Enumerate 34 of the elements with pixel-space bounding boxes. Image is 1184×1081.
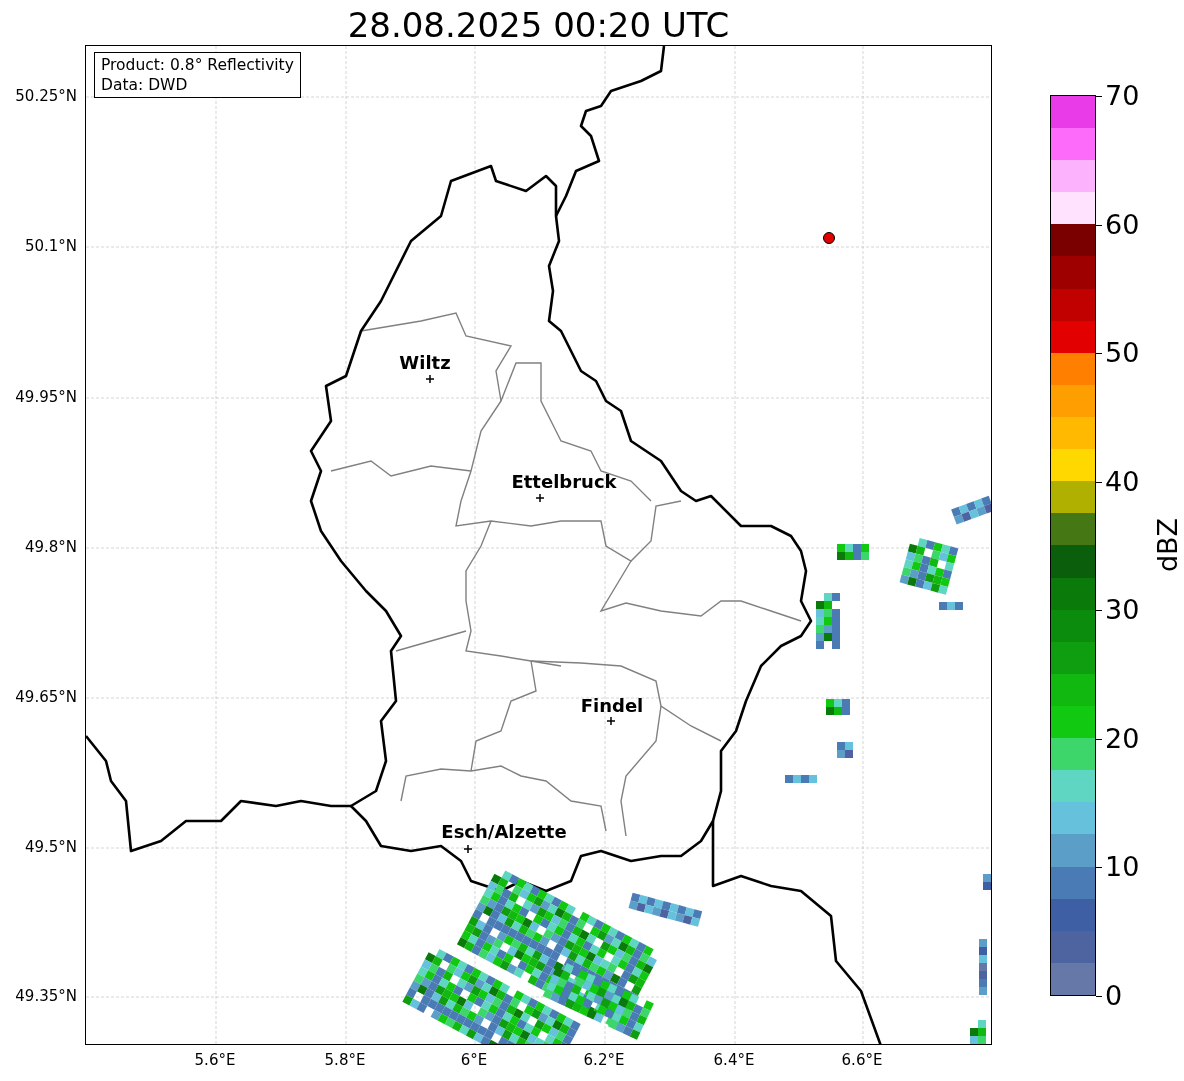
axis-tick-label: 49.8°N [24,538,77,556]
axis-tick-label: 5.6°E [193,1051,237,1069]
city-label: Findel [580,695,644,716]
city-label: Wiltz [399,352,451,373]
colorbar-tick-label: 70 [1105,81,1140,111]
axis-tick-label: 5.8°E [323,1051,367,1069]
city-marker [535,493,545,503]
axis-tick-label: 49.5°N [24,838,77,856]
city-marker [463,844,473,854]
axis-tick-label: 6.6°E [840,1051,884,1069]
axis-tick-label: 6°E [459,1051,489,1069]
city-label: Esch/Alzette [441,821,567,842]
colorbar-tick-label: 40 [1105,466,1140,497]
axis-tick-label: 49.95°N [15,388,77,406]
axis-tick-label: 50.25°N [15,87,77,105]
colorbar-tick-label: 20 [1105,723,1140,754]
colorbar-tick-label: 0 [1105,981,1123,1011]
colorbar-tick-label: 10 [1105,852,1140,883]
colorbar-tick-label: 60 [1105,209,1140,240]
axis-tick-label: 49.35°N [15,987,77,1005]
axis-tick-label: 50.1°N [24,237,77,255]
colorbar-tick-label: 50 [1105,338,1140,369]
axis-tick-label: 49.65°N [15,688,77,706]
colorbar-tick-label: 30 [1105,595,1140,626]
chart-title: 28.08.2025 00:20 UTC [346,4,731,46]
info-text: Data: DWD [101,75,189,95]
axis-tick-label: 6.2°E [582,1051,626,1069]
location-marker [823,232,835,244]
axis-tick-label: 6.4°E [712,1051,756,1069]
colorbar-label: dBZ [1153,516,1183,575]
city-marker [425,374,435,384]
city-marker [606,716,616,726]
info-text: Product: 0.8° Reflectivity [101,55,294,75]
city-label: Ettelbruck [511,471,617,492]
